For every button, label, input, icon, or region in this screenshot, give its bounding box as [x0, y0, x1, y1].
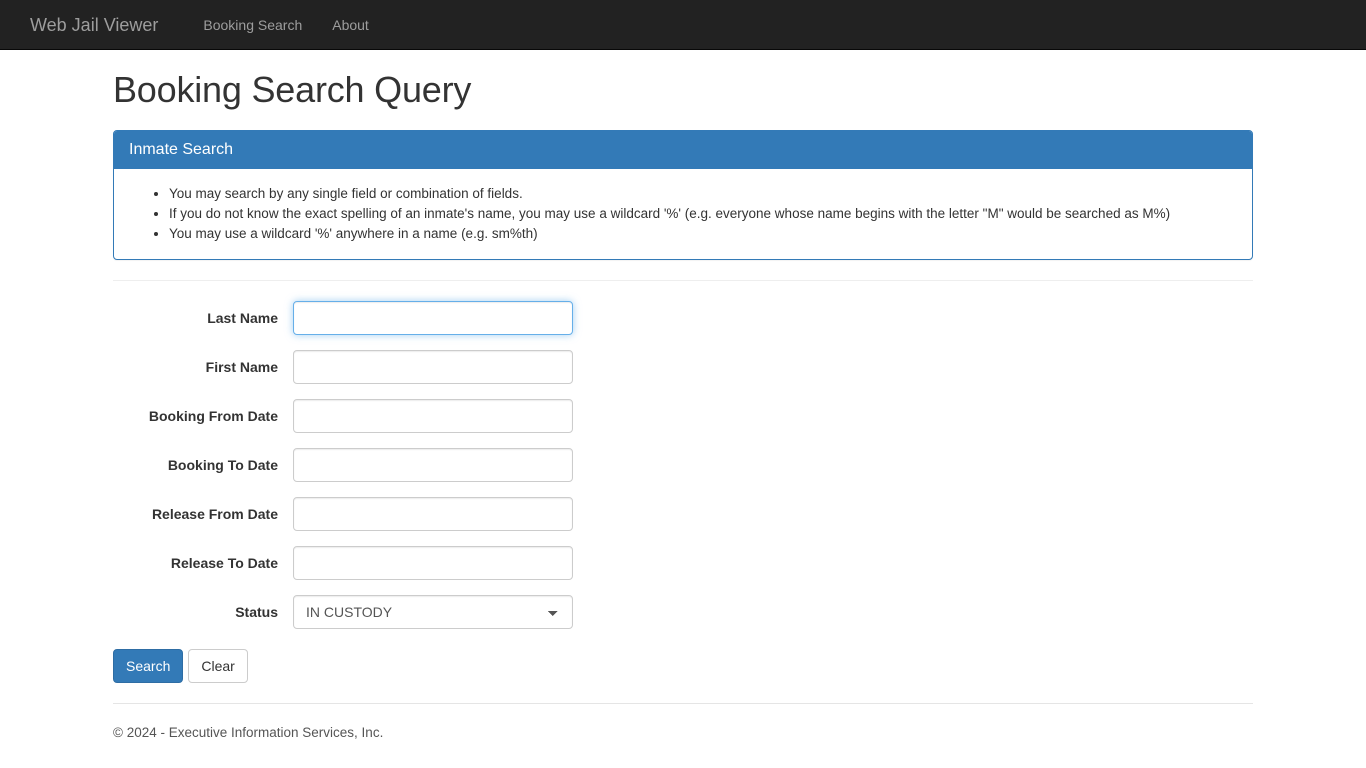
- input-booking-from-date[interactable]: [293, 399, 573, 434]
- panel-title: Inmate Search: [129, 140, 234, 158]
- form-group-release-from-date: Release From Date: [113, 497, 1253, 532]
- form-group-first-name: First Name: [113, 350, 1253, 385]
- search-tip-item: You may search by any single field or co…: [169, 184, 1237, 204]
- form-group-booking-from-date: Booking From Date: [113, 399, 1253, 434]
- inmate-search-panel: Inmate Search You may search by any sing…: [113, 129, 1253, 261]
- form-group-booking-to-date: Booking To Date: [113, 448, 1253, 483]
- search-tip-item: You may use a wildcard '%' anywhere in a…: [169, 224, 1237, 244]
- field-col-release-to-date: [293, 546, 588, 581]
- nav-link-booking-search[interactable]: Booking Search: [188, 0, 317, 50]
- nav-link-about[interactable]: About: [317, 0, 384, 50]
- label-booking-from-date: Booking From Date: [148, 408, 278, 425]
- clear-button[interactable]: Clear: [188, 649, 248, 684]
- label-last-name: Last Name: [207, 310, 278, 327]
- field-col-booking-to-date: [293, 448, 588, 483]
- field-col-booking-from-date: [293, 399, 588, 434]
- panel-body: You may search by any single field or co…: [114, 169, 1252, 259]
- field-col-status: IN CUSTODY: [293, 595, 588, 630]
- nav-item-booking-search: Booking Search: [188, 0, 317, 50]
- panel-heading: Inmate Search: [114, 130, 1252, 170]
- input-release-to-date[interactable]: [293, 546, 573, 581]
- label-release-from-date: Release From Date: [151, 506, 278, 523]
- navbar-brand[interactable]: Web Jail Viewer: [15, 0, 173, 50]
- label-booking-to-date: Booking To Date: [167, 457, 278, 474]
- main-navbar: Web Jail Viewer Booking Search About: [0, 0, 1366, 50]
- select-status[interactable]: IN CUSTODY: [293, 595, 573, 630]
- navbar-nav: Booking Search About: [188, 0, 383, 50]
- nav-item-about: About: [317, 0, 384, 50]
- search-tips-list: You may search by any single field or co…: [129, 184, 1237, 244]
- footer-copyright: © 2024 - Executive Information Services,…: [113, 725, 384, 741]
- field-col-last-name: [293, 301, 588, 336]
- page-footer: © 2024 - Executive Information Services,…: [113, 703, 1253, 742]
- page-title: Booking Search Query: [113, 69, 472, 110]
- form-button-row: Search Clear: [113, 649, 1253, 684]
- search-tip-item: If you do not know the exact spelling of…: [169, 204, 1237, 224]
- field-col-first-name: [293, 350, 588, 385]
- label-release-to-date: Release To Date: [170, 555, 278, 572]
- main-container: Booking Search Query Inmate Search You m…: [98, 70, 1268, 742]
- form-group-status: Status IN CUSTODY: [113, 595, 1253, 630]
- form-group-release-to-date: Release To Date: [113, 546, 1253, 581]
- inmate-search-form: Last Name First Name Booking From Date B…: [113, 301, 1253, 684]
- input-first-name[interactable]: [293, 350, 573, 385]
- input-last-name[interactable]: [293, 301, 573, 336]
- form-group-last-name: Last Name: [113, 301, 1253, 336]
- form-top-divider: [113, 280, 1253, 282]
- search-button[interactable]: Search: [113, 649, 184, 684]
- input-release-from-date[interactable]: [293, 497, 573, 532]
- input-booking-to-date[interactable]: [293, 448, 573, 483]
- label-first-name: First Name: [205, 359, 278, 376]
- field-col-release-from-date: [293, 497, 588, 532]
- label-status: Status: [235, 604, 278, 621]
